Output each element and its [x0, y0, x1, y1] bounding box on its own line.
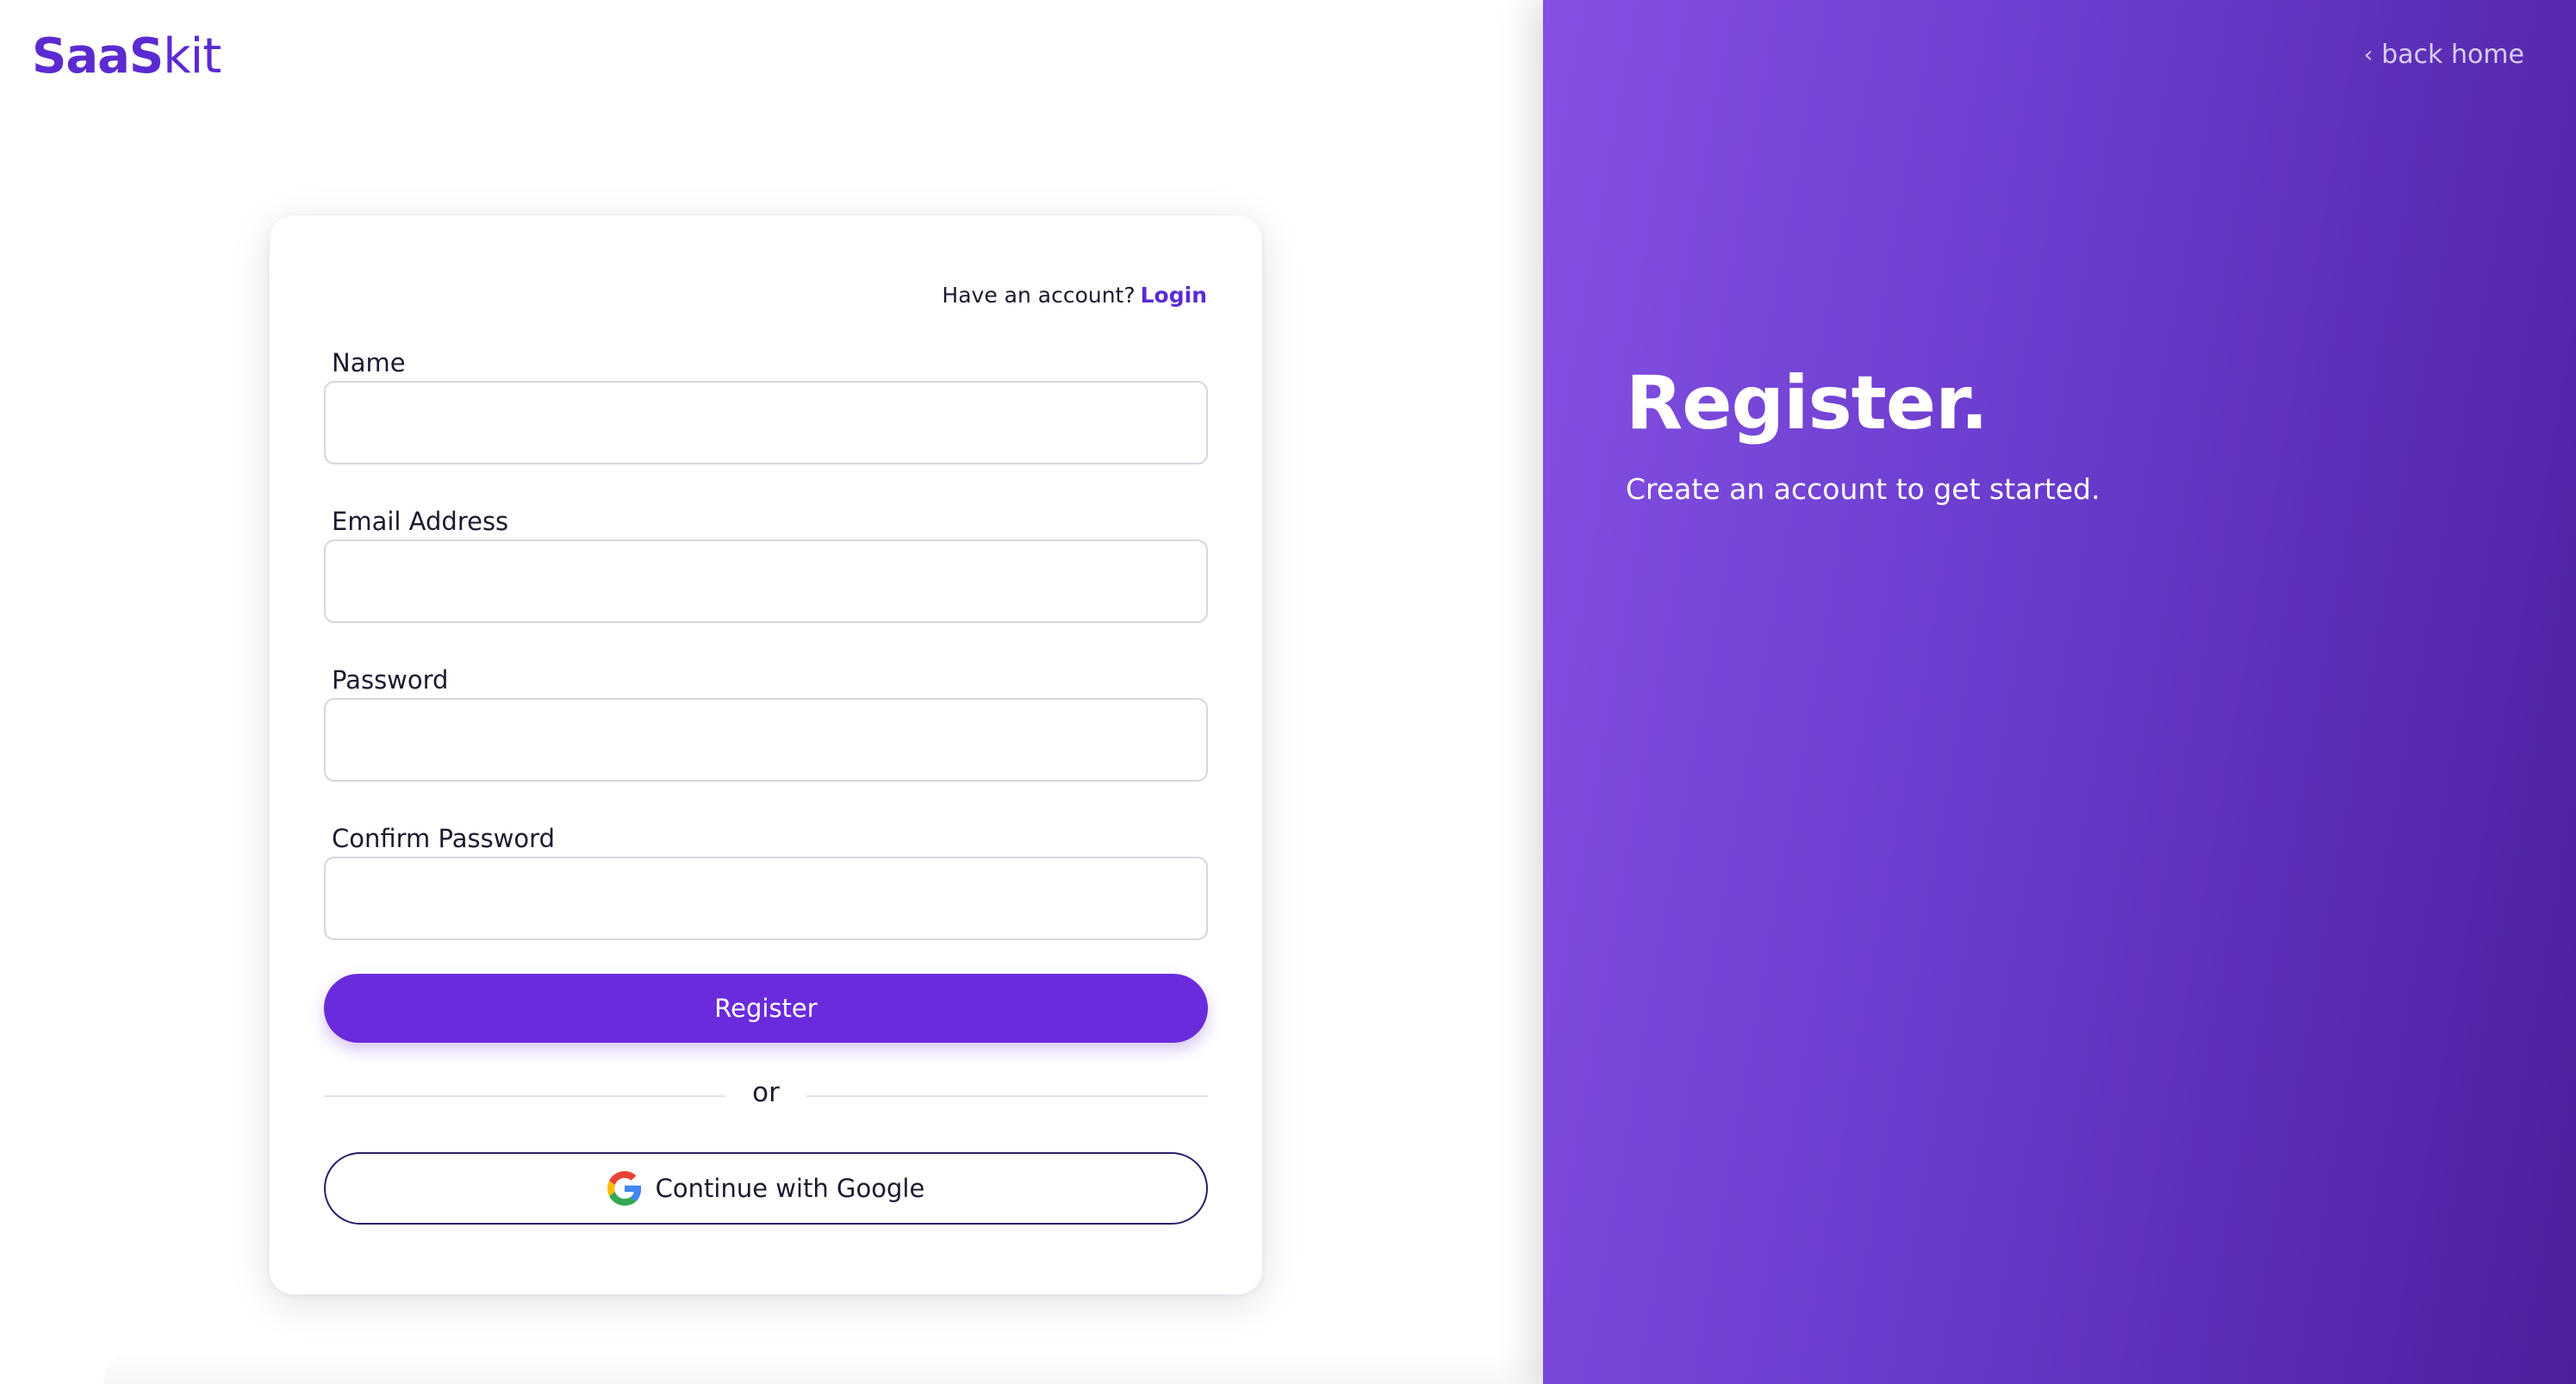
- confirm-password-field[interactable]: [324, 857, 1208, 940]
- google-button-label: Continue with Google: [655, 1174, 925, 1203]
- chevron-left-icon: ‹: [2363, 41, 2374, 68]
- have-account-prompt: Have an account? Login: [942, 283, 1207, 308]
- hero-panel: ‹ back home Register. Create an account …: [1543, 0, 2576, 1384]
- hero-title: Register.: [1626, 360, 1988, 446]
- back-home-link[interactable]: ‹ back home: [2364, 40, 2524, 70]
- back-home-label: back home: [2381, 40, 2524, 70]
- saaskit-logo[interactable]: SaaSkit: [32, 29, 221, 84]
- bottom-shadow: [103, 1350, 1543, 1384]
- logo-bold-text: SaaS: [32, 28, 164, 84]
- logo-light-text: kit: [163, 28, 221, 84]
- login-link[interactable]: Login: [1141, 283, 1207, 308]
- register-button[interactable]: Register: [324, 974, 1208, 1043]
- name-field[interactable]: [324, 381, 1208, 464]
- divider-line-right: [806, 1095, 1208, 1097]
- password-field[interactable]: [324, 698, 1208, 782]
- google-logo-icon: [607, 1171, 641, 1206]
- email-label: Email Address: [332, 507, 509, 536]
- email-field[interactable]: [324, 539, 1208, 623]
- register-page: SaaSkit Have an account? Login Name Email…: [0, 0, 2576, 1384]
- or-divider-text: or: [752, 1077, 780, 1108]
- name-label: Name: [332, 348, 406, 377]
- password-label: Password: [332, 665, 449, 695]
- left-panel: SaaSkit Have an account? Login Name Email…: [0, 0, 1543, 1384]
- confirm-password-label: Confirm Password: [332, 824, 555, 853]
- continue-with-google-button[interactable]: Continue with Google: [324, 1152, 1208, 1225]
- have-account-text: Have an account?: [942, 283, 1136, 308]
- hero-subtitle: Create an account to get started.: [1626, 472, 2100, 506]
- register-form-card: Have an account? Login Name Email Address…: [270, 215, 1262, 1294]
- divider-line-left: [324, 1095, 725, 1097]
